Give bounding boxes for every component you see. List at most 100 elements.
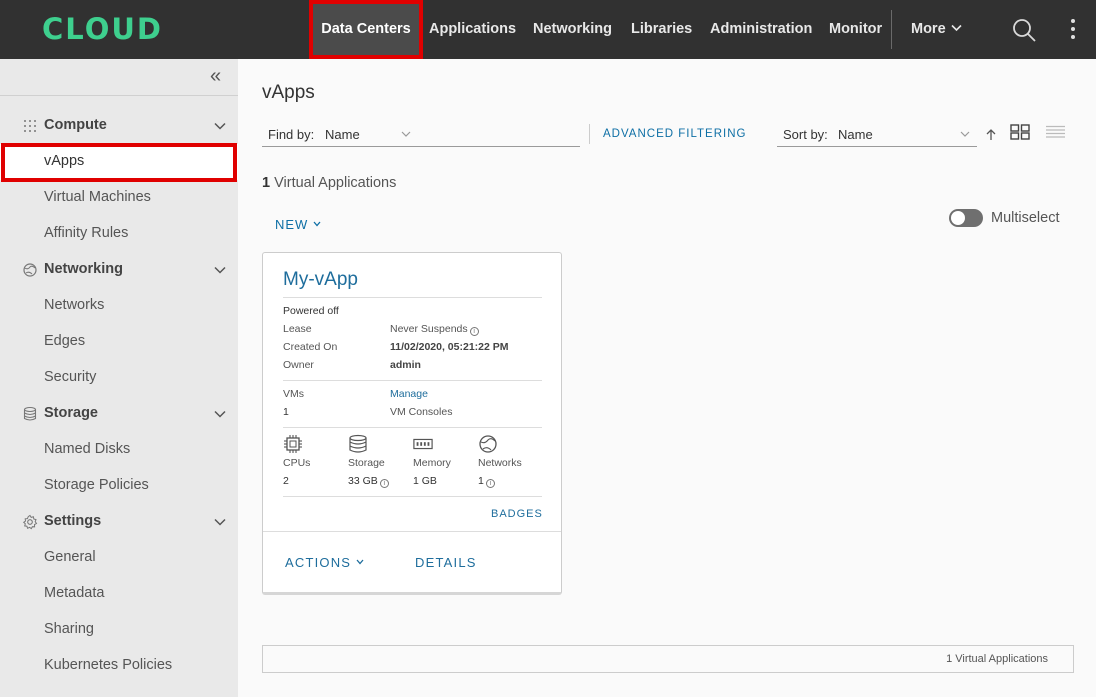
sidebar-section-label: Settings: [44, 513, 102, 529]
sidebar-section-label: Storage: [44, 405, 98, 421]
new-button[interactable]: NEW: [275, 217, 321, 232]
new-button-label: NEW: [275, 217, 309, 232]
cloud-logo: CLOUD: [42, 12, 164, 46]
memory-value: 1 GB: [413, 475, 437, 487]
chevron-down-icon: [356, 559, 364, 565]
sidebar-item-label: Virtual Machines: [44, 189, 151, 205]
vm-consoles: VM Consoles: [390, 406, 453, 418]
created-on-label: Created On: [283, 341, 338, 353]
sidebar-item-label: General: [44, 549, 96, 565]
toggle-knob: [951, 211, 965, 225]
filter-divider: [589, 124, 590, 144]
nav-networking[interactable]: Networking: [533, 0, 612, 59]
sidebar-item-label: Edges: [44, 333, 86, 349]
nav-more-label: More: [911, 21, 946, 37]
sidebar-item-label: Storage Policies: [44, 477, 149, 493]
sidebar-section-networking[interactable]: Networking: [0, 252, 238, 288]
vapp-count-number: 1: [262, 175, 271, 191]
sidebar-item-sharing[interactable]: Sharing: [0, 612, 238, 648]
card-footer-divider: [263, 531, 561, 532]
sort-ascending-icon[interactable]: [984, 128, 998, 142]
sort-by-select[interactable]: Sort by: Name: [777, 121, 977, 147]
sidebar-divider: [0, 95, 238, 96]
nav-monitor[interactable]: Monitor: [829, 0, 882, 59]
advanced-filtering-button[interactable]: ADVANCED FILTERING: [603, 128, 746, 140]
sidebar-item-networks[interactable]: Networks: [0, 288, 238, 324]
sidebar-item-metadata[interactable]: Metadata: [0, 576, 238, 612]
compute-grid-icon: [24, 120, 36, 132]
chevron-down-icon: [960, 131, 970, 137]
vms-value: 1: [283, 406, 289, 418]
find-by-value: Name: [325, 127, 360, 142]
badges-button[interactable]: BADGES: [491, 508, 543, 520]
info-icon[interactable]: i: [485, 479, 495, 488]
cpus-value: 2: [283, 475, 289, 487]
more-options-icon[interactable]: [1065, 16, 1081, 42]
sidebar-item-kubernetes-policies[interactable]: Kubernetes Policies: [0, 648, 238, 684]
collapse-sidebar-icon[interactable]: «: [210, 66, 230, 87]
network-icon: [479, 435, 497, 453]
details-button[interactable]: DETAILS: [415, 555, 477, 570]
nav-applications[interactable]: Applications: [429, 0, 516, 59]
sidebar-item-label: Named Disks: [44, 441, 131, 457]
lease-value-text: Never Suspends: [390, 323, 468, 335]
multiselect-toggle[interactable]: [949, 209, 983, 227]
nav-more[interactable]: More: [911, 0, 962, 59]
memory-icon: [413, 438, 433, 450]
vapp-count: 1 Virtual Applications: [262, 175, 396, 191]
card-divider: [283, 380, 542, 381]
sidebar-item-label: Affinity Rules: [44, 225, 129, 241]
networks-label: Networks: [478, 457, 522, 469]
sidebar: « Compute vApps Virtual Machines Affinit…: [0, 59, 238, 697]
actions-button[interactable]: ACTIONS: [285, 555, 364, 570]
highlight-box-vapps: [1, 143, 237, 182]
vapp-name-link[interactable]: My-vApp: [283, 269, 358, 291]
card-divider: [283, 496, 542, 497]
nav-divider: [891, 10, 892, 49]
highlight-box-nav: [309, 0, 423, 59]
sidebar-item-security[interactable]: Security: [0, 360, 238, 396]
vapp-status: Powered off: [283, 305, 339, 317]
sidebar-item-label: Kubernetes Policies: [44, 657, 173, 673]
sidebar-item-storage-policies[interactable]: Storage Policies: [0, 468, 238, 504]
sidebar-item-virtual-machines[interactable]: Virtual Machines: [0, 180, 238, 216]
multiselect-label: Multiselect: [991, 210, 1060, 226]
owner-value: admin: [390, 359, 421, 371]
info-icon[interactable]: i: [469, 327, 479, 336]
vapp-card: My-vApp Powered off Lease Never Suspends…: [262, 252, 562, 595]
created-on-value: 11/02/2020, 05:21:22 PM: [390, 341, 509, 353]
chevron-down-icon: [951, 24, 962, 32]
actions-label: ACTIONS: [285, 555, 352, 570]
search-icon[interactable]: [1012, 18, 1036, 42]
sidebar-section-settings[interactable]: Settings: [0, 504, 238, 540]
sidebar-item-affinity-rules[interactable]: Affinity Rules: [0, 216, 238, 252]
sidebar-section-compute[interactable]: Compute: [0, 108, 238, 144]
nav-administration[interactable]: Administration: [710, 0, 812, 59]
storage-value: 33 GB i: [348, 475, 389, 488]
networking-globe-icon: [23, 263, 37, 277]
sidebar-item-label: Metadata: [44, 585, 105, 601]
owner-label: Owner: [283, 359, 314, 371]
sidebar-item-general[interactable]: General: [0, 540, 238, 576]
sort-by-value: Name: [838, 127, 873, 142]
lease-value: Never Suspends i: [390, 323, 479, 336]
storage-label: Storage: [348, 457, 385, 469]
sidebar-item-label: Sharing: [44, 621, 94, 637]
sidebar-section-storage[interactable]: Storage: [0, 396, 238, 432]
sort-by-label: Sort by:: [783, 127, 828, 142]
nav-libraries[interactable]: Libraries: [631, 0, 692, 59]
memory-label: Memory: [413, 457, 451, 469]
sidebar-item-named-disks[interactable]: Named Disks: [0, 432, 238, 468]
cpu-icon: [284, 435, 302, 453]
pagination-footer: 1 Virtual Applications: [262, 645, 1074, 673]
list-view-icon[interactable]: [1046, 125, 1065, 139]
card-view-icon[interactable]: [1010, 124, 1030, 140]
chevron-down-icon: [214, 518, 226, 526]
find-by-select[interactable]: Find by: Name: [262, 121, 580, 147]
card-divider: [283, 427, 542, 428]
chevron-down-icon: [401, 131, 411, 137]
info-icon[interactable]: i: [379, 479, 389, 488]
sidebar-item-edges[interactable]: Edges: [0, 324, 238, 360]
manage-link[interactable]: Manage: [390, 388, 428, 400]
cpus-label: CPUs: [283, 457, 311, 469]
